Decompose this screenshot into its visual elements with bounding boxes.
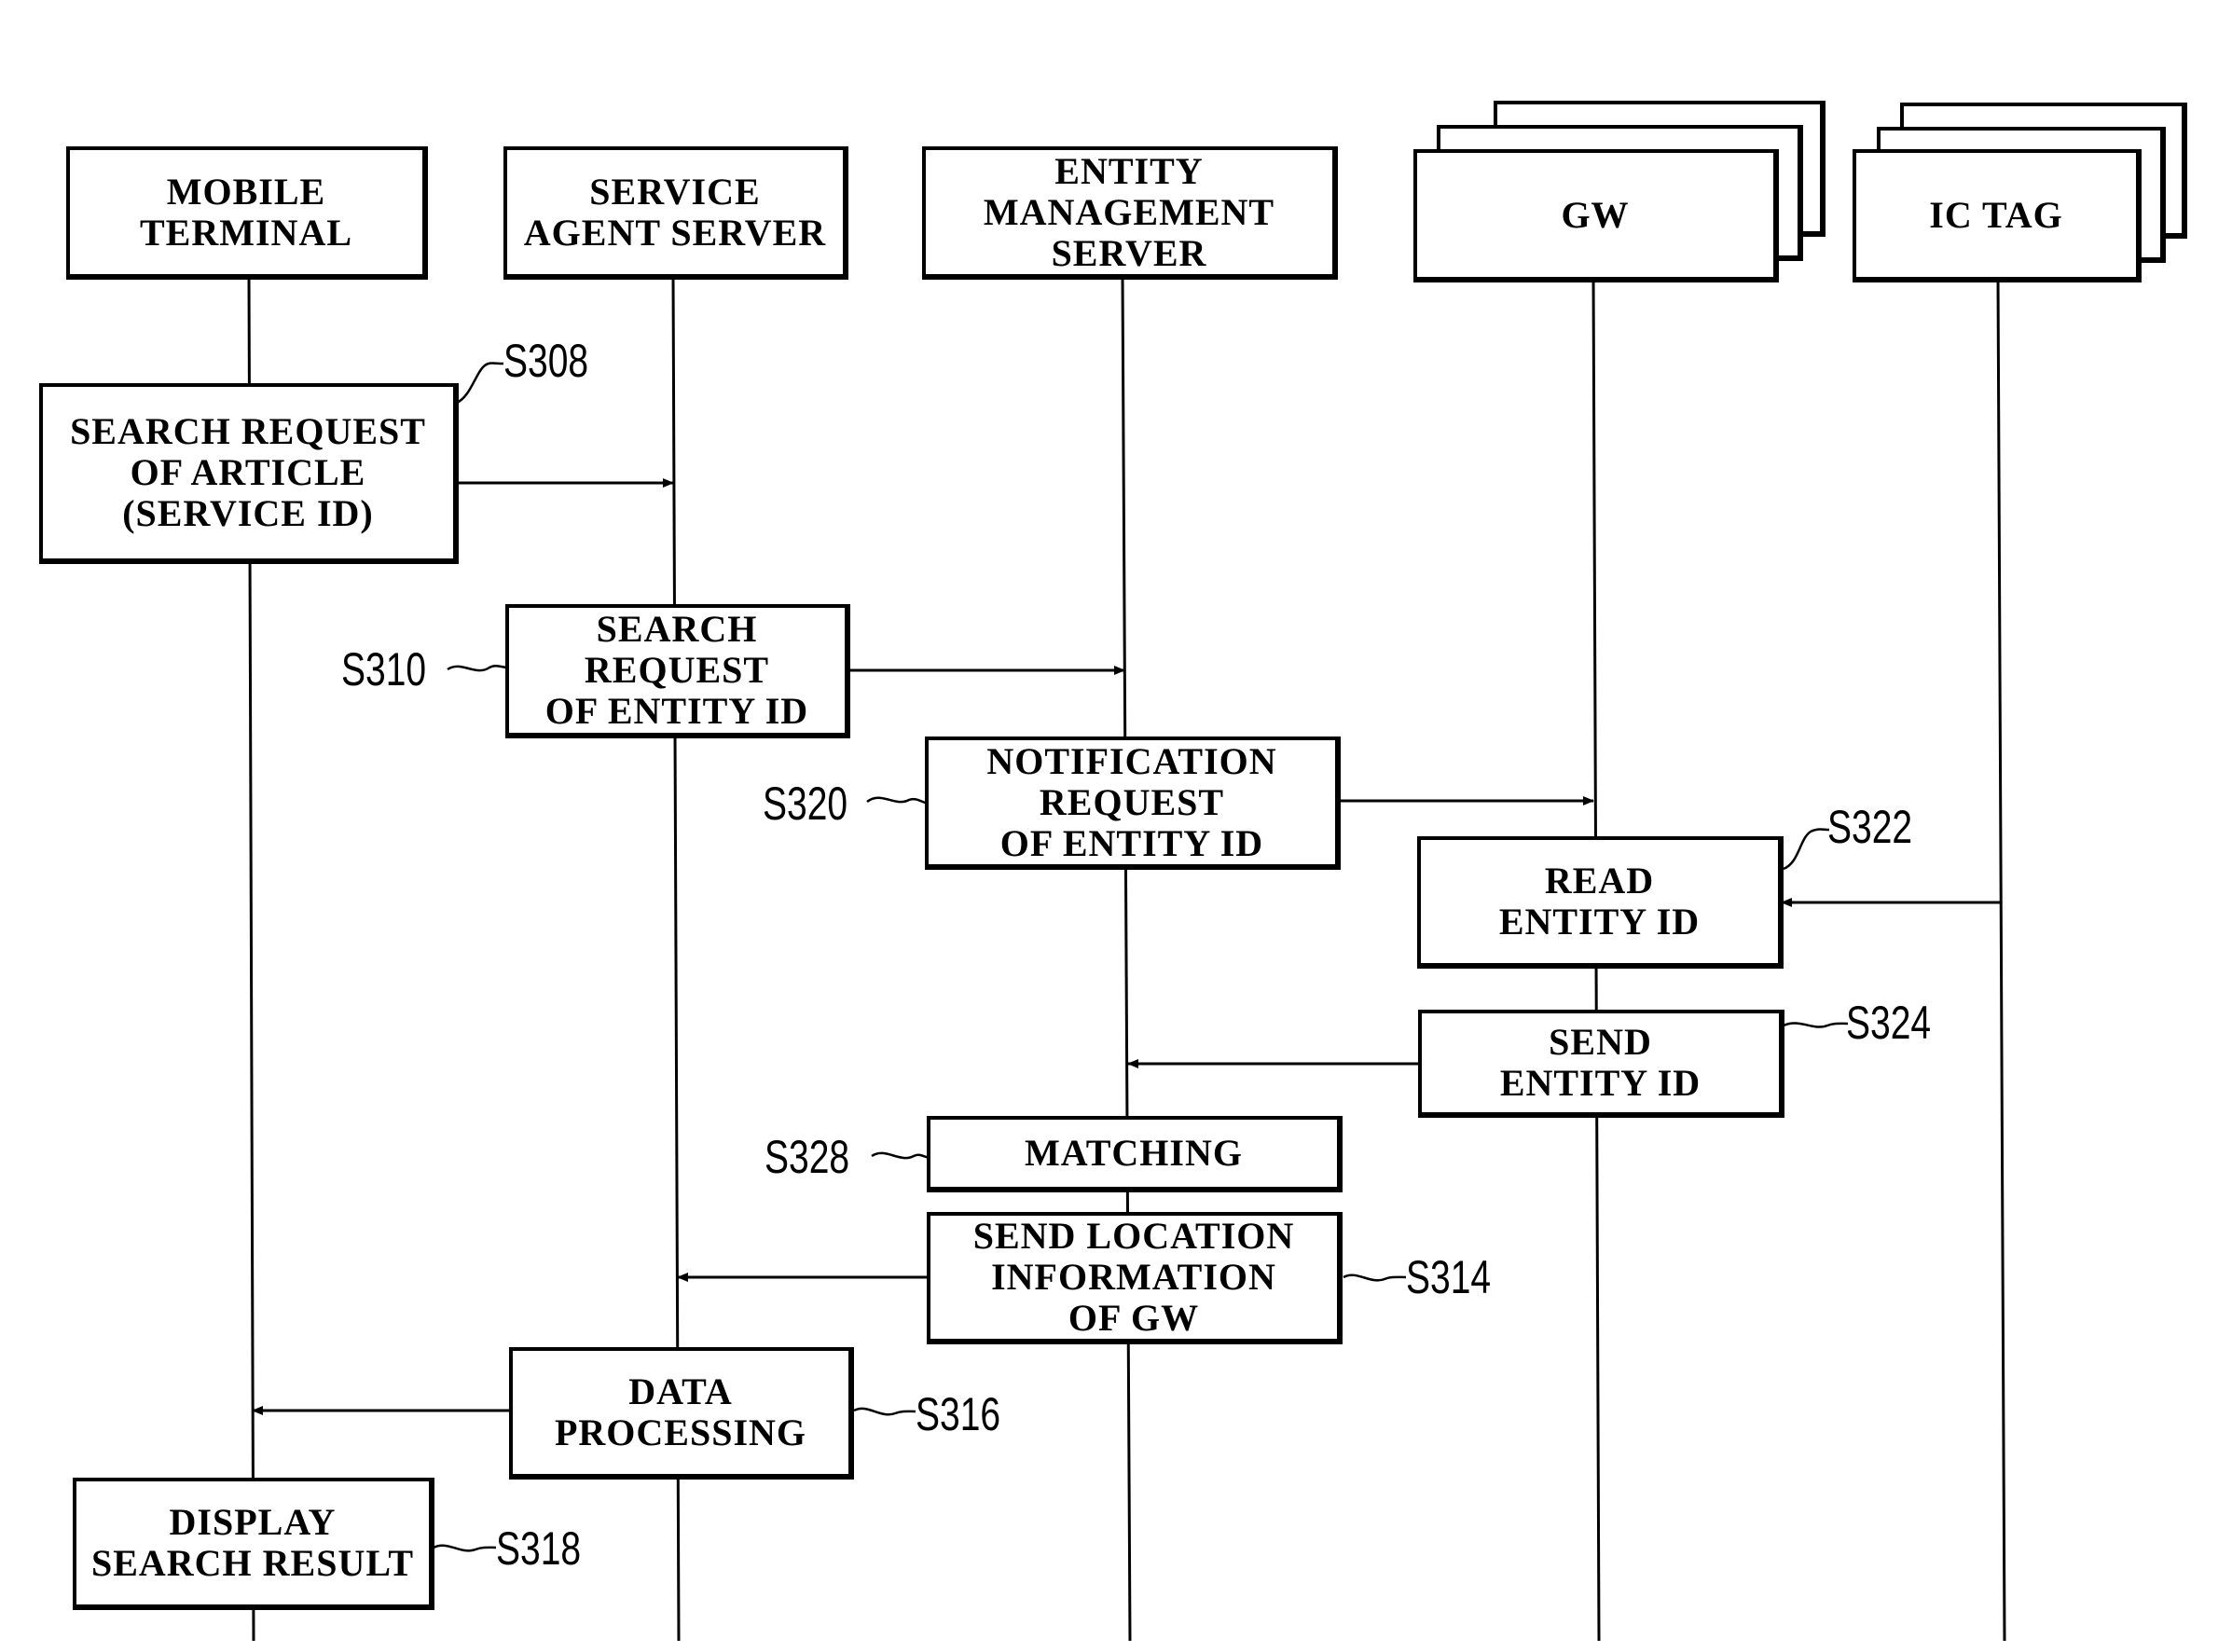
step-box-s320: NOTIFICATION REQUEST OF ENTITY ID: [925, 737, 1341, 870]
step-box-s324: SEND ENTITY ID: [1418, 1010, 1784, 1118]
leader-s308: [456, 362, 504, 405]
lifeline-label: ENTITY MANAGEMENT SERVER: [983, 149, 1275, 274]
step-text: MATCHING: [1025, 1132, 1243, 1174]
lifeline-header-ictag: IC TAG: [1853, 149, 2142, 282]
step-label-s314: S314: [1406, 1251, 1492, 1303]
step-box-s314: SEND LOCATION INFORMATION OF GW: [927, 1212, 1343, 1344]
step-label-s322: S322: [1827, 801, 1913, 853]
step-box-s328: MATCHING: [927, 1116, 1343, 1192]
step-label-s310: S310: [341, 643, 427, 695]
lifeline-label: SERVICE AGENT SERVER: [523, 170, 827, 254]
leader-s320: [866, 796, 929, 805]
step-text: DATA PROCESSING: [554, 1370, 807, 1453]
step-box-s308: SEARCH REQUEST OF ARTICLE (SERVICE ID): [39, 383, 459, 564]
step-text: SEARCH REQUEST OF ENTITY ID: [544, 608, 809, 732]
lifeline-label: MOBILE TERMINAL: [139, 170, 353, 254]
leader-s318: [433, 1544, 497, 1552]
step-label-s328: S328: [765, 1131, 850, 1183]
leader-s316: [853, 1407, 916, 1416]
step-text: SEND ENTITY ID: [1499, 1021, 1702, 1104]
leader-s324: [1783, 1022, 1849, 1028]
lifeline-header-mobile: MOBILE TERMINAL: [66, 146, 428, 280]
step-box-s310: SEARCH REQUEST OF ENTITY ID: [505, 604, 850, 738]
step-text: NOTIFICATION REQUEST OF ENTITY ID: [986, 739, 1277, 864]
leader-s314: [1343, 1273, 1407, 1282]
step-box-s316: DATA PROCESSING: [509, 1347, 854, 1480]
step-text: DISPLAY SEARCH RESULT: [90, 1501, 415, 1584]
lifeline-ems: [1121, 275, 1132, 1642]
step-box-s318: DISPLAY SEARCH RESULT: [73, 1478, 434, 1610]
leader-s328: [871, 1151, 930, 1160]
step-label-s316: S316: [916, 1388, 1001, 1440]
step-text: READ ENTITY ID: [1498, 860, 1701, 943]
step-text: SEND LOCATION INFORMATION OF GW: [972, 1215, 1295, 1339]
lifeline-header-gw: GW: [1413, 149, 1779, 282]
step-label-s318: S318: [496, 1522, 582, 1575]
step-label-s320: S320: [763, 778, 848, 830]
lifeline-header-ems: ENTITY MANAGEMENT SERVER: [922, 146, 1338, 280]
step-box-s322: READ ENTITY ID: [1417, 836, 1784, 969]
leader-s322: [1783, 828, 1830, 871]
step-label-s324: S324: [1846, 997, 1932, 1049]
step-text: SEARCH REQUEST OF ARTICLE (SERVICE ID): [70, 410, 426, 534]
lifeline-ictag: [1996, 275, 2006, 1642]
leader-s310: [447, 664, 509, 672]
lifeline-header-sas: SERVICE AGENT SERVER: [503, 146, 848, 280]
lifeline-label: GW: [1561, 193, 1630, 236]
step-label-s308: S308: [503, 335, 589, 387]
lifeline-label: IC TAG: [1929, 193, 2063, 236]
